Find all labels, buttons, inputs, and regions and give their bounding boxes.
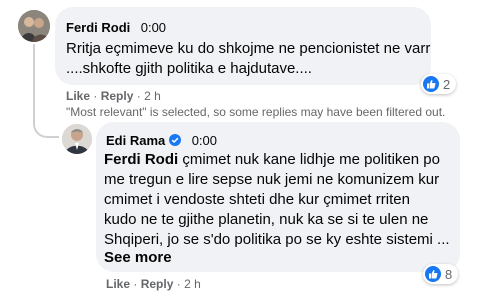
reply-text-line-3: cmimet i vendoste shteti dhe kur çmimet … [104,191,410,208]
reply-text-line-2: me tregun e lire sepse nuk jemi ne komun… [104,171,440,188]
thread-line [33,44,35,120]
reply-author[interactable]: Edi Rama [106,133,165,148]
mention-link[interactable]: Ferdi Rodi [104,151,178,168]
like-icon [423,76,439,92]
separator-dot: · [133,277,138,291]
comment-author[interactable]: Ferdi Rodi [66,20,130,35]
comment-bubble: Ferdi Rodi 0:00 Rritja eçmimeve ku do sh… [55,7,431,85]
reply-button[interactable]: Reply [101,89,134,103]
reaction-count-value: 8 [445,266,453,282]
avatar[interactable] [18,10,50,42]
reply-text-line-5: Shqiperi, jo se s'do politika po se ky e… [104,231,450,248]
comment-age[interactable]: 2 h [144,89,161,103]
like-button[interactable]: Like [106,277,130,291]
reaction-count[interactable]: 8 [423,264,459,284]
reply-timestamp: 0:00 [191,133,218,148]
comment-text-line-2: ....shkofte gjith politika e hajdutave..… [66,60,312,77]
like-icon [425,266,441,282]
verified-icon [169,134,182,146]
reply-text-line-1: Ferdi Rodi çmimet nuk kane lidhje me pol… [104,150,440,170]
see-more-link[interactable]: See more [104,248,172,268]
reply-button[interactable]: Reply [141,277,174,291]
filter-notice: "Most relevant" is selected, so some rep… [66,105,446,119]
reaction-count[interactable]: 2 [421,74,457,94]
comment-text-line-1: Rritja eçmimeve ku do shkojme ne pencion… [66,40,431,57]
reply-text-line-1-rest: çmimet nuk kane lidhje me politiken po [178,151,440,168]
reply-age[interactable]: 2 h [184,277,201,291]
comment-actions: Like · Reply · 2 h [66,88,161,104]
like-button[interactable]: Like [66,89,90,103]
reply-text-line-4: kudo ne te gjithe planetin, nuk ka se si… [104,211,429,228]
separator-dot: · [93,89,98,103]
separator-dot: · [136,89,141,103]
avatar[interactable] [62,124,92,154]
thread-curve [33,110,59,138]
reaction-count-value: 2 [443,76,451,92]
reply-actions: Like · Reply · 2 h [106,276,201,292]
comment-timestamp: 0:00 [140,20,167,35]
reply-bubble: Edi Rama 0:00 Ferdi Rodi çmimet nuk kane… [96,122,460,272]
separator-dot: · [176,277,181,291]
